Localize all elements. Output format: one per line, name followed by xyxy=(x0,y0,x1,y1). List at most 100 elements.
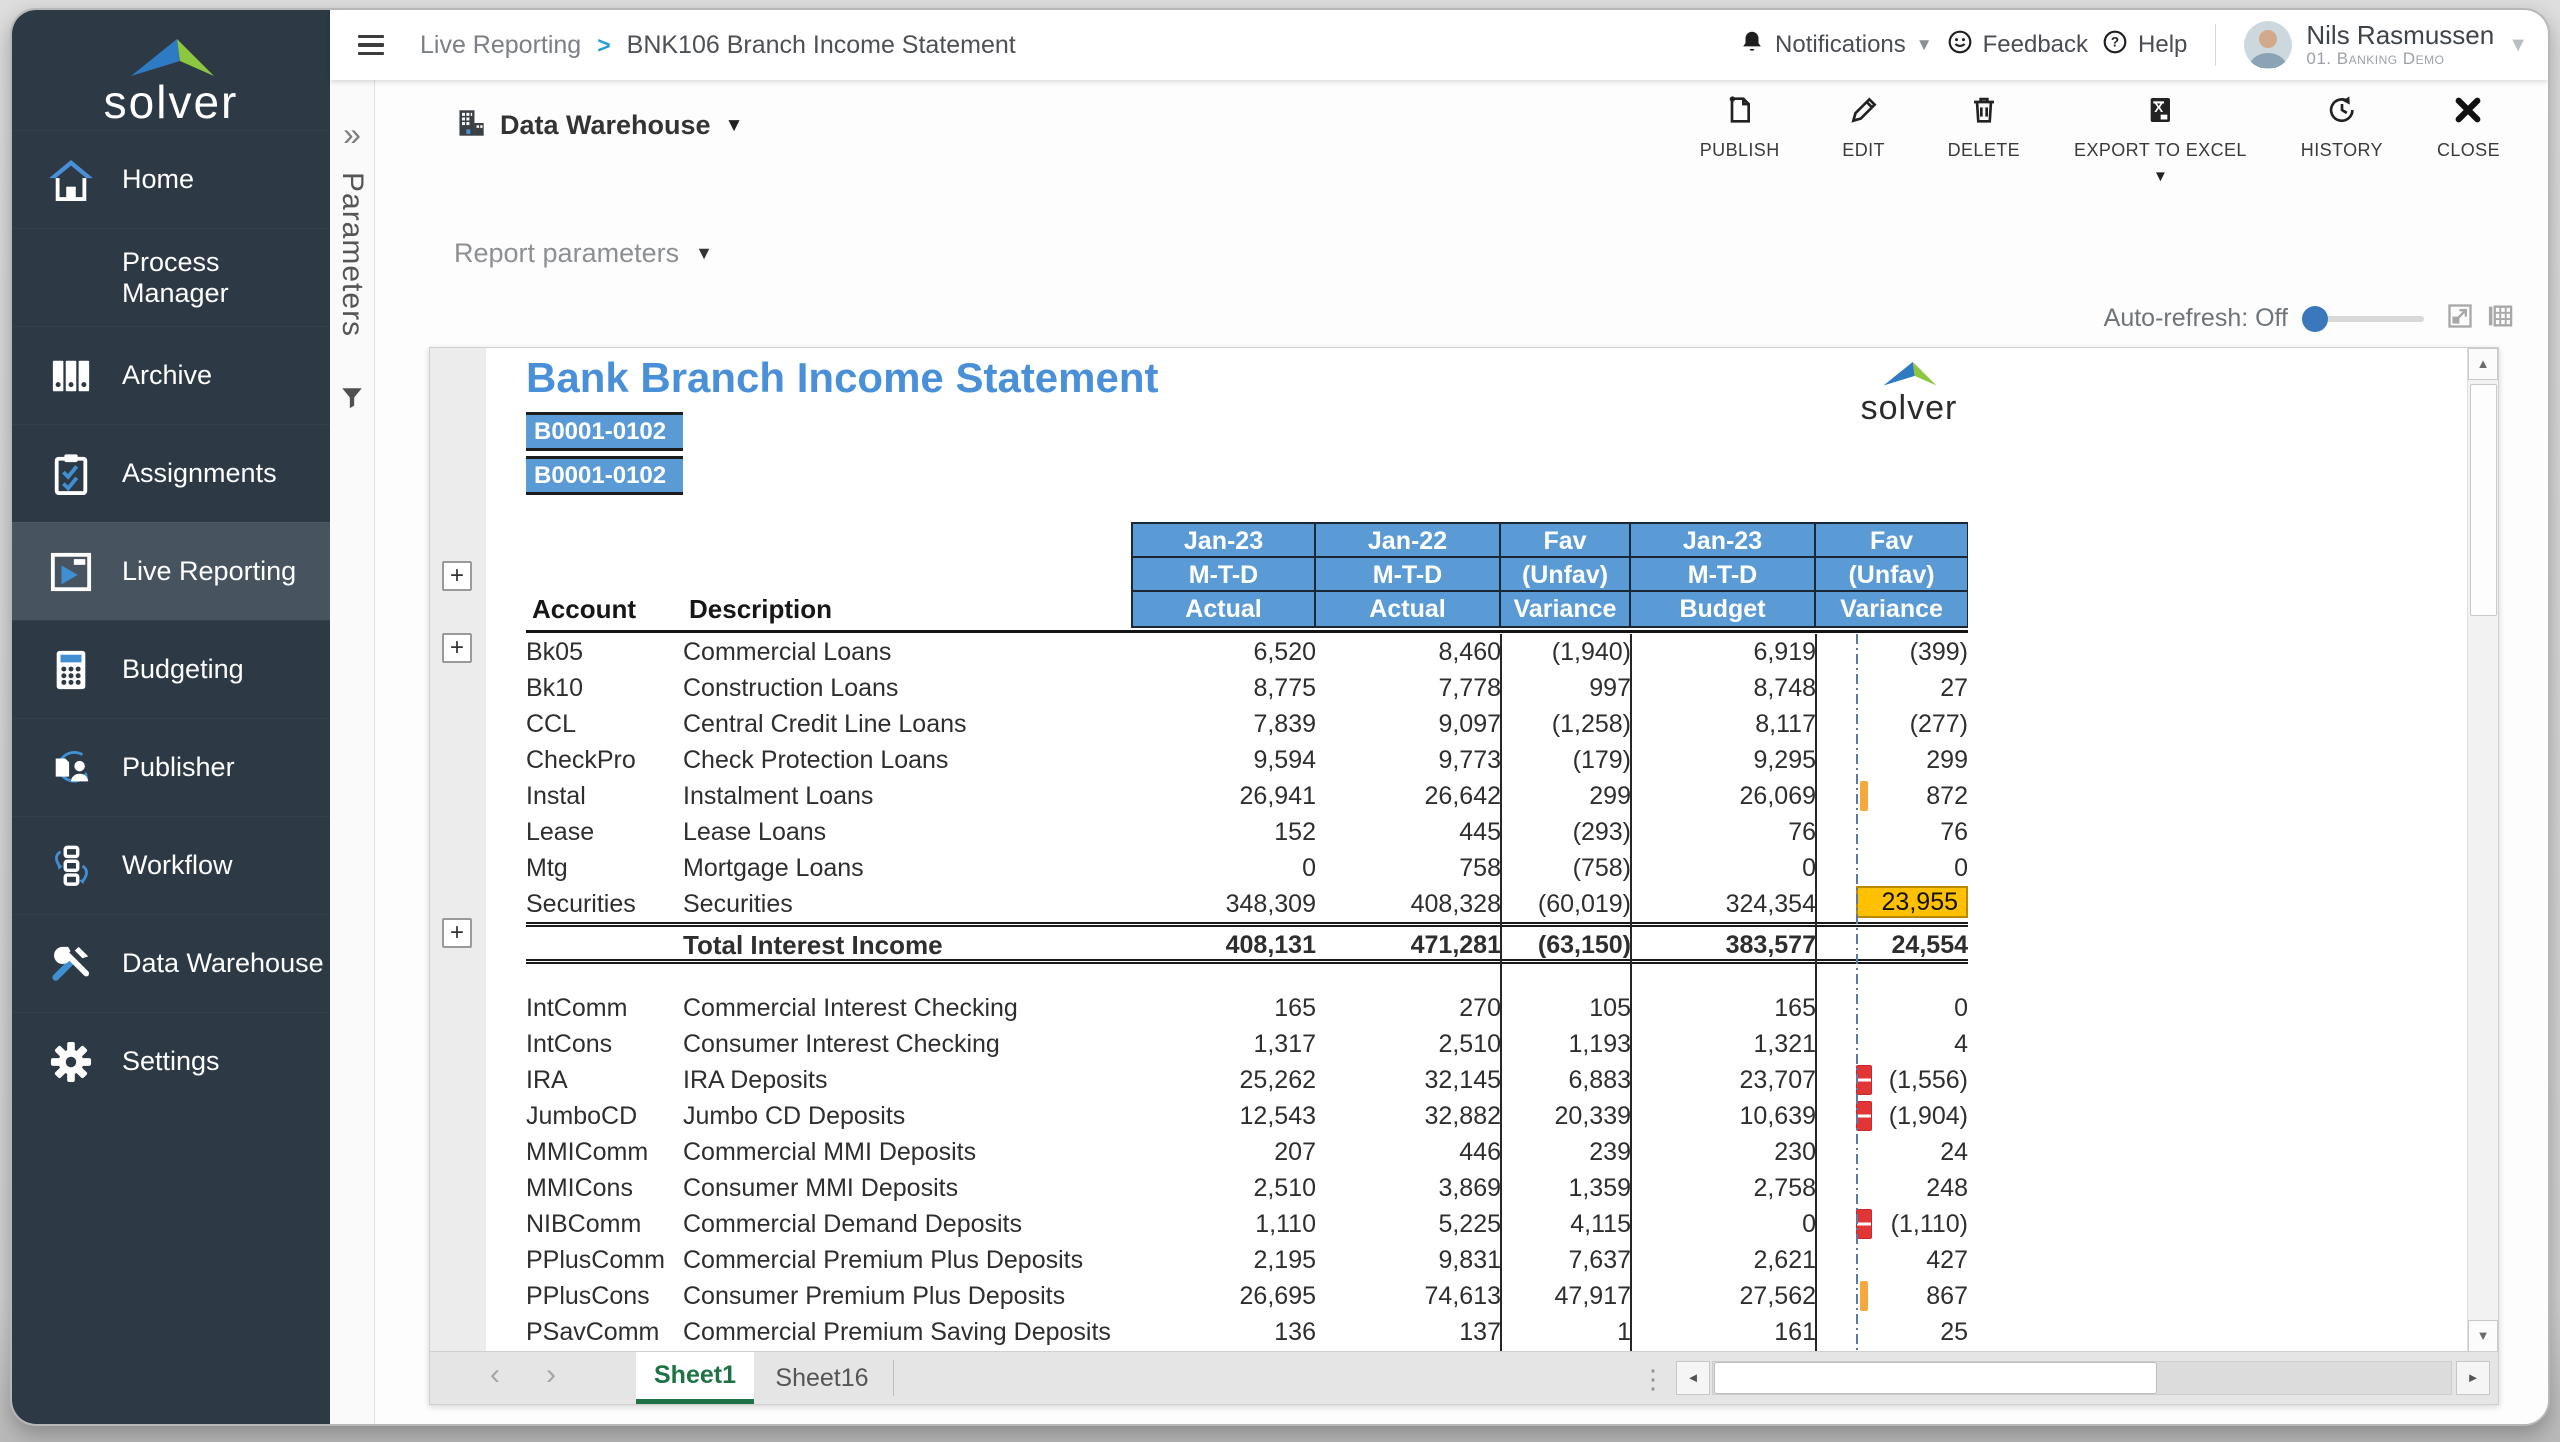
data-warehouse-icon xyxy=(44,940,98,988)
table-row: PPlusCommCommercial Premium Plus Deposit… xyxy=(526,1242,1968,1278)
filter-icon[interactable] xyxy=(339,385,365,416)
expand-columns-button[interactable]: + xyxy=(442,561,472,591)
actual-py-cell: 137 xyxy=(1316,1318,1501,1347)
delete-icon xyxy=(1968,94,2000,131)
sheet-tab-sheet16[interactable]: Sheet16 xyxy=(771,1352,873,1404)
filter-value-cell[interactable]: B0001-0102 xyxy=(526,412,683,451)
help-button[interactable]: ? Help xyxy=(2102,29,2187,62)
budget-cell: 0 xyxy=(1631,1210,1816,1239)
history-button[interactable]: HISTORY xyxy=(2301,94,2383,161)
chevron-down-icon[interactable]: ▼ xyxy=(2153,168,2168,185)
actual-py-cell: 32,882 xyxy=(1316,1102,1501,1131)
actual-py-cell: 3,869 xyxy=(1316,1174,1501,1203)
expand-total-button[interactable]: + xyxy=(442,918,472,948)
chevron-down-icon: ▼ xyxy=(695,243,713,264)
actual-py-cell: 9,773 xyxy=(1316,746,1501,775)
tabs-scroll-left-icon[interactable]: ‹ xyxy=(490,1358,500,1392)
edit-button[interactable]: EDIT xyxy=(1834,94,1894,161)
expand-parameters-icon[interactable]: » xyxy=(330,116,374,153)
report-filter-cells: B0001-0102 B0001-0102 xyxy=(526,412,683,500)
account-cell: IntComm xyxy=(526,994,683,1023)
budget-variance-cell: 76 xyxy=(1816,814,1968,850)
budget-cell: 23,707 xyxy=(1631,1066,1816,1095)
account-cell: Lease xyxy=(526,818,683,847)
sheet-tab-sheet1[interactable]: Sheet1 xyxy=(636,1352,754,1404)
feedback-button[interactable]: Feedback xyxy=(1947,29,2088,62)
actual-py-cell: 9,097 xyxy=(1316,710,1501,739)
slider-knob[interactable] xyxy=(2302,306,2328,332)
description-cell: Mortgage Loans xyxy=(683,854,1131,883)
variance-cell: (179) xyxy=(1501,746,1631,775)
publisher-icon xyxy=(44,744,98,792)
budget-variance-cell: 24 xyxy=(1816,1134,1968,1170)
table-row: IntCommCommercial Interest Checking16527… xyxy=(526,990,1968,1026)
solver-triangle-icon xyxy=(121,36,221,80)
actual-py-cell: 758 xyxy=(1316,854,1501,883)
auto-refresh-label: Auto-refresh: Off xyxy=(2104,304,2288,333)
account-cell: CCL xyxy=(526,710,683,739)
account-cell: Mtg xyxy=(526,854,683,883)
scroll-down-button[interactable]: ▼ xyxy=(2468,1320,2498,1352)
sidebar-item-process-manager[interactable]: Process Manager xyxy=(12,228,330,326)
budget-variance-cell: 0 xyxy=(1816,990,1968,1026)
export-to-excel-button[interactable]: X EXPORT TO EXCEL ▼ xyxy=(2074,94,2247,185)
scroll-left-button[interactable]: ◄ xyxy=(1676,1361,1710,1395)
column-header-cell: Jan-23 xyxy=(1631,524,1816,558)
column-header-cell: Budget xyxy=(1631,592,1816,626)
hamburger-menu-icon[interactable] xyxy=(358,35,384,56)
grid-view-icon[interactable] xyxy=(2486,302,2514,335)
publish-button[interactable]: PUBLISH xyxy=(1700,94,1780,161)
delete-button[interactable]: DELETE xyxy=(1948,94,2020,161)
actual-cell: 26,695 xyxy=(1131,1282,1316,1311)
sidebar-item-assignments[interactable]: Assignments xyxy=(12,424,330,522)
filter-value-cell[interactable]: B0001-0102 xyxy=(526,456,683,495)
description-column-header: Description xyxy=(689,594,832,625)
toolbar-action-label: EXPORT TO EXCEL xyxy=(2074,140,2247,161)
account-cell: Bk10 xyxy=(526,674,683,703)
sidebar-item-settings[interactable]: Settings xyxy=(12,1012,330,1110)
data-source-dropdown[interactable]: Data Warehouse ▼ xyxy=(456,108,743,143)
sidebar-item-home[interactable]: Home xyxy=(12,130,330,228)
user-menu[interactable]: Nils Rasmussen 01. Banking Demo xyxy=(2306,21,2494,68)
column-header-cell: (Unfav) xyxy=(1816,558,1967,592)
description-cell: Commercial Premium Saving Deposits xyxy=(683,1318,1131,1347)
table-row: CheckProCheck Protection Loans9,5949,773… xyxy=(526,742,1968,778)
budget-variance-cell: 4 xyxy=(1816,1026,1968,1062)
sidebar-item-workflow[interactable]: Workflow xyxy=(12,816,330,914)
excel-icon: X xyxy=(2144,94,2176,131)
notifications-button[interactable]: Notifications ▼ xyxy=(1739,29,1933,62)
vertical-scrollbar[interactable]: ▲ ▼ xyxy=(2467,348,2498,1352)
column-header-cell: Variance xyxy=(1816,592,1967,626)
description-cell: Commercial Premium Plus Deposits xyxy=(683,1246,1131,1275)
sidebar-item-data-warehouse[interactable]: Data Warehouse xyxy=(12,914,330,1012)
parameters-panel-label[interactable]: Parameters xyxy=(335,172,369,337)
breadcrumb-section[interactable]: Live Reporting xyxy=(420,31,581,60)
variance-cell: 1 xyxy=(1501,1318,1631,1347)
sidebar: solver HomeProcess ManagerArchiveAssignm… xyxy=(12,10,330,1424)
sidebar-item-archive[interactable]: Archive xyxy=(12,326,330,424)
scroll-up-button[interactable]: ▲ xyxy=(2468,348,2498,380)
user-chevron-down-icon[interactable]: ▼ xyxy=(2508,34,2528,57)
sidebar-item-budgeting[interactable]: Budgeting xyxy=(12,620,330,718)
close-button[interactable]: CLOSE xyxy=(2437,94,2500,161)
account-column-header: Account xyxy=(532,594,636,625)
actual-py-cell: 2,510 xyxy=(1316,1030,1501,1059)
scroll-right-button[interactable]: ► xyxy=(2456,1361,2490,1395)
parameters-panel-collapsed: » Parameters xyxy=(330,80,375,1424)
tabs-scroll-right-icon[interactable]: › xyxy=(546,1358,556,1392)
variance-cell: (63,150) xyxy=(1501,931,1631,960)
splitter-handle-icon[interactable]: ⋮ xyxy=(1640,1364,1666,1395)
auto-refresh-slider[interactable] xyxy=(2304,306,2424,332)
horizontal-scroll-thumb[interactable] xyxy=(1714,1362,2157,1394)
vertical-scroll-thumb[interactable] xyxy=(2470,384,2497,616)
report-parameters-toggle[interactable]: Report parameters ▼ xyxy=(454,238,713,269)
spreadsheet-area: Bank Branch Income Statement solver B000… xyxy=(486,348,2468,1352)
sidebar-item-live-reporting[interactable]: Live Reporting xyxy=(12,522,330,620)
avatar[interactable] xyxy=(2244,21,2292,69)
expand-rows-button[interactable]: + xyxy=(442,633,472,663)
table-row: NIBCommCommercial Demand Deposits1,1105,… xyxy=(526,1206,1968,1242)
open-external-icon[interactable] xyxy=(2446,302,2474,335)
actual-py-cell: 26,642 xyxy=(1316,782,1501,811)
actual-py-cell: 408,328 xyxy=(1316,890,1501,919)
sidebar-item-publisher[interactable]: Publisher xyxy=(12,718,330,816)
